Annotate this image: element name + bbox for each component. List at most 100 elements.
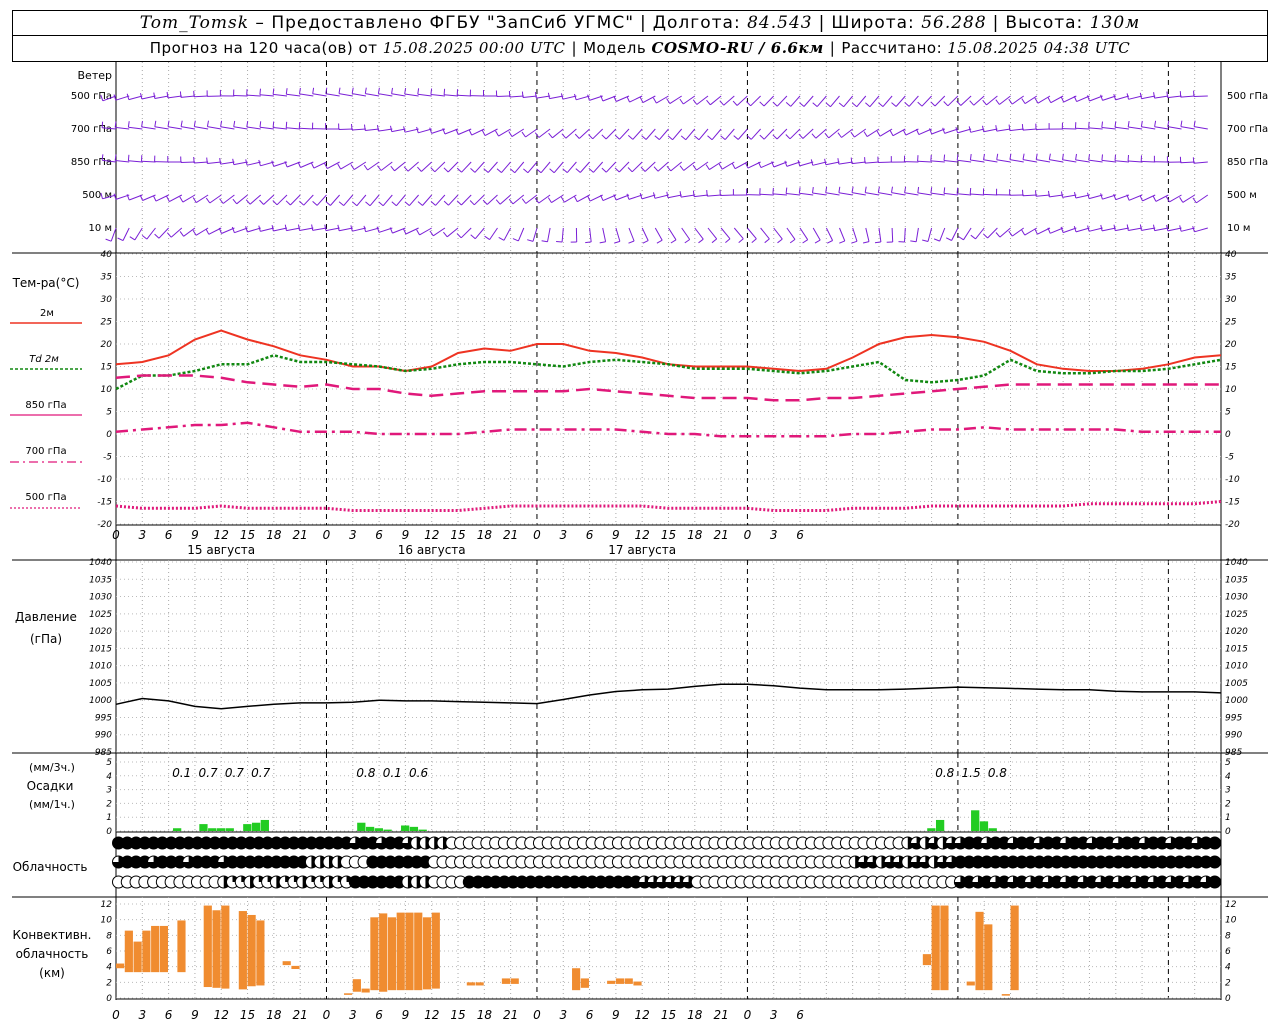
wind-barb-staff: [786, 193, 801, 196]
wind-barb-feather: [670, 239, 677, 244]
x-tick-label: 9: [612, 528, 620, 542]
wind-barb-staff: [473, 194, 485, 206]
precip-annotation: 0.8: [988, 766, 1007, 780]
wind-barb-staff: [1194, 227, 1208, 233]
wind-barb-staff: [970, 193, 985, 196]
temp-tick-label-left: 10: [101, 385, 113, 395]
wind-barb-feather: [733, 135, 739, 140]
wind-barb-staff: [891, 192, 906, 196]
wind-barb-feather: [812, 102, 818, 107]
wind-barb-staff: [680, 194, 695, 198]
wind-barb-feather: [1101, 121, 1103, 128]
x-tick-label: 18: [687, 528, 703, 542]
wind-barb-staff: [146, 227, 156, 240]
wind-barb-feather: [456, 233, 462, 239]
wind-barb-staff: [141, 160, 156, 163]
conv-tick-label-right: 0: [1225, 994, 1231, 1004]
wind-barb-feather: [799, 102, 805, 107]
wind-barb-feather: [154, 120, 157, 127]
temp-tick-label-left: 15: [101, 363, 113, 373]
wind-barb-staff: [696, 95, 709, 105]
conv-bar: [422, 917, 432, 990]
wind-barb-feather: [496, 168, 502, 173]
conv-bar: [931, 905, 940, 991]
wind-barb-staff: [943, 160, 958, 163]
wind-barb-staff: [1012, 227, 1024, 237]
x-tick-label: 15: [661, 1008, 676, 1022]
wind-barb-staff: [155, 194, 169, 202]
wind-barb-feather: [956, 187, 959, 194]
wind-barb-staff: [865, 192, 880, 196]
wind-barb-staff: [391, 128, 406, 133]
wind-barb-feather: [140, 93, 143, 100]
wind-barb-feather: [561, 133, 567, 139]
wind-barb-staff: [696, 161, 709, 171]
wind-barb-staff: [1075, 227, 1090, 233]
wind-barb-staff: [642, 95, 656, 104]
wind-barb-feather: [180, 120, 183, 127]
wind-barb-staff: [365, 128, 380, 131]
wind-barb-staff: [457, 94, 472, 97]
wind-barb-staff: [503, 227, 512, 241]
wind-barb-feather: [759, 101, 765, 107]
wind-barb-staff: [378, 93, 393, 97]
wind-barb-staff: [380, 161, 393, 171]
wind-barb-feather: [679, 191, 682, 198]
conv-bar: [501, 978, 511, 984]
wind-barb-feather: [429, 230, 434, 237]
wind-barb-feather: [205, 197, 211, 204]
legend-t500-label: 500 гПа: [25, 492, 66, 503]
wind-barb-feather: [560, 196, 565, 203]
x-tick-label: 9: [612, 1008, 620, 1022]
wind-barb-feather: [206, 120, 209, 127]
wind-barb-staff: [605, 128, 617, 140]
x-tick-label: 6: [586, 528, 594, 542]
wind-barb-staff: [773, 227, 783, 240]
wind-title: Ветер: [78, 69, 112, 82]
wind-barb-staff: [1088, 159, 1103, 163]
wind-barb-staff: [895, 95, 906, 107]
x-tick-label: 0: [323, 1008, 331, 1022]
temp-tick-label-right: 35: [1225, 273, 1237, 283]
conv-bar: [256, 920, 265, 986]
wind-barb-feather: [469, 200, 475, 206]
wind-barb-staff: [659, 128, 669, 140]
wind-barb-feather: [642, 240, 649, 244]
wind-barb-staff: [825, 192, 840, 196]
wind-barb-feather: [272, 88, 275, 95]
wind-barb-feather: [1100, 193, 1103, 200]
wind-barb-staff: [299, 93, 314, 97]
day-label: 16 августа: [398, 543, 466, 557]
wind-barb-staff: [1049, 194, 1064, 198]
wind-barb-feather: [556, 241, 563, 243]
wind-level-label-right: 700 гПа: [1227, 124, 1268, 135]
x-tick-label: 6: [375, 1008, 383, 1022]
wind-barb-staff: [1193, 95, 1208, 97]
wind-barb-staff: [351, 128, 366, 131]
conv-bar: [607, 980, 616, 984]
wind-barb-feather: [718, 163, 723, 170]
wind-barb-feather: [746, 101, 751, 107]
wind-barb-staff: [460, 227, 472, 239]
precip-tick-label-right: 5: [1225, 758, 1231, 768]
x-tick-label: 12: [424, 528, 439, 542]
wind-barb-feather: [654, 135, 660, 140]
precip-tick-label-right: 1: [1225, 813, 1231, 823]
wind-barb-feather: [982, 125, 985, 132]
cloud-title: Облачность: [13, 860, 88, 874]
conv-tick-label-right: 2: [1225, 978, 1231, 988]
wind-barb-staff: [592, 128, 604, 140]
wind-barb-staff: [154, 95, 169, 99]
wind-barb-staff: [1009, 128, 1024, 132]
wind-level-label-left: 850 гПа: [71, 157, 112, 168]
wind-barb-feather: [812, 187, 814, 194]
wind-barb-staff: [802, 128, 814, 139]
conv-bar: [466, 982, 475, 986]
wind-barb-feather: [1154, 120, 1157, 127]
wind-barb-feather: [1126, 93, 1129, 100]
wind-barb-feather: [680, 135, 687, 141]
wind-barb-feather: [233, 120, 236, 127]
wind-barb-staff: [1128, 95, 1143, 100]
wind-barb-staff: [220, 126, 235, 130]
temp-tick-label-right: 40: [1225, 250, 1237, 260]
